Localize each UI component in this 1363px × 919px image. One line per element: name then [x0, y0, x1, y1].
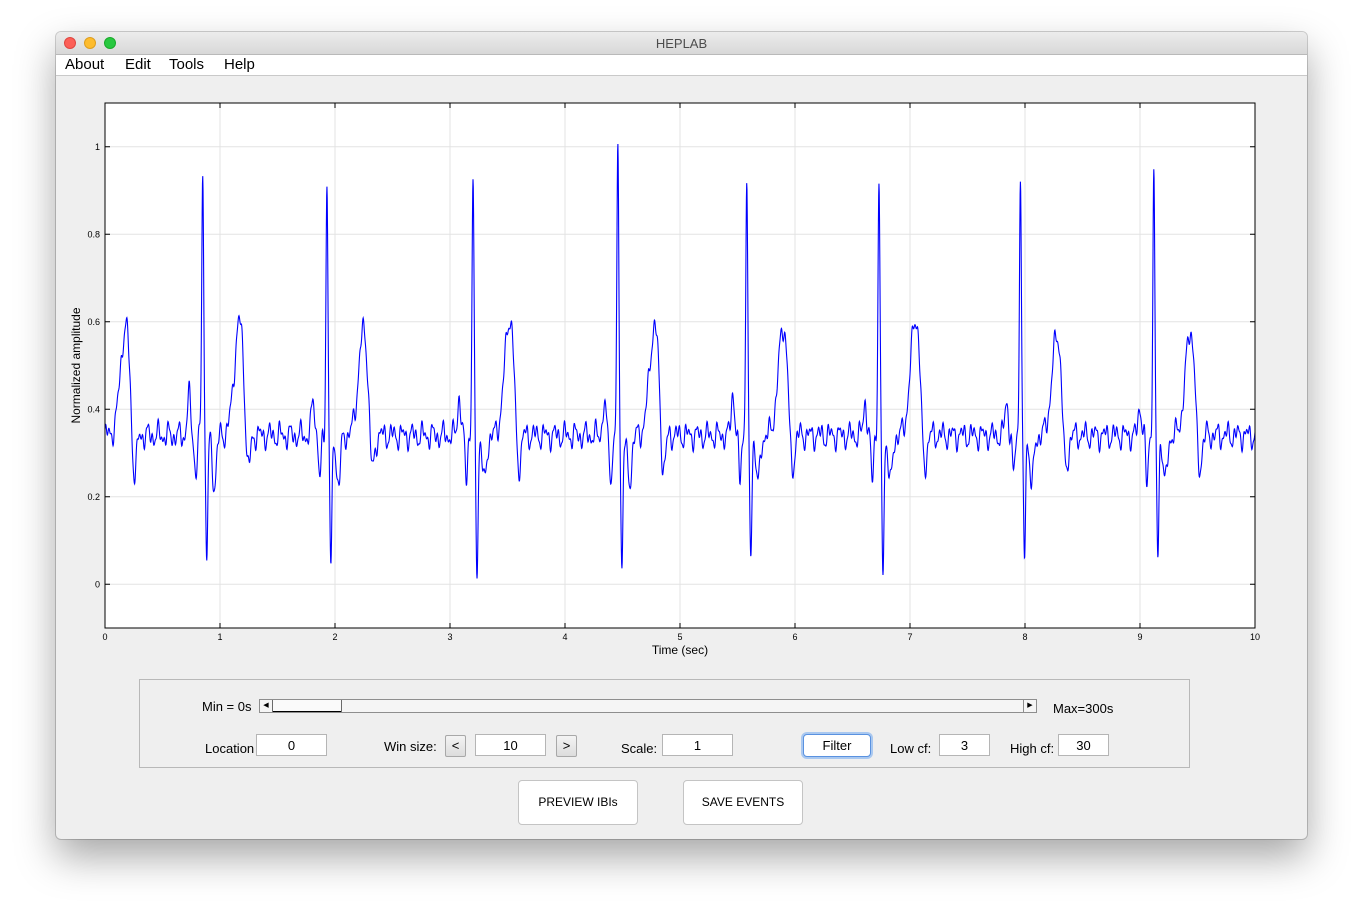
- min-label: Min = 0s: [202, 699, 252, 714]
- winsize-increase-button[interactable]: >: [556, 735, 577, 757]
- x-tick-label: 8: [1022, 632, 1027, 642]
- winsize-label: Win size:: [384, 739, 437, 754]
- y-tick-label: 0.8: [87, 229, 100, 239]
- time-slider[interactable]: ◀ ▶: [259, 699, 1037, 713]
- filter-button[interactable]: Filter: [803, 734, 871, 757]
- y-tick-label: 0.6: [87, 317, 100, 327]
- x-tick-label: 2: [332, 632, 337, 642]
- save-events-button[interactable]: SAVE EVENTS: [683, 780, 803, 825]
- x-tick-label: 1: [217, 632, 222, 642]
- x-axis-label: Time (sec): [652, 643, 708, 657]
- scale-input[interactable]: [662, 734, 733, 756]
- x-tick-label: 10: [1250, 632, 1260, 642]
- ecg-plot[interactable]: 0 1 2 3 4 5 6 7 8 9 10 0 0.2 0.4 0.6 0.8 1 Time (sec) Norm…: [56, 32, 1307, 672]
- max-label: Max=300s: [1053, 701, 1114, 716]
- y-axis-label: Normalized amplitude: [69, 307, 83, 423]
- winsize-decrease-button[interactable]: <: [445, 735, 466, 757]
- y-tick-label: 0.2: [87, 492, 100, 502]
- high-cf-label: High cf:: [1010, 741, 1055, 756]
- y-tick-label: 0.4: [87, 404, 100, 414]
- y-tick-label: 0: [95, 579, 100, 589]
- x-tick-label: 3: [447, 632, 452, 642]
- x-tick-label: 0: [102, 632, 107, 642]
- slider-right-arrow[interactable]: ▶: [1023, 700, 1036, 712]
- x-tick-label: 4: [562, 632, 567, 642]
- heplab-window: HEPLAB About Edit Tools Help 01234567891…: [56, 32, 1307, 839]
- preview-ibis-button[interactable]: PREVIEW IBIs: [518, 780, 638, 825]
- low-cf-label: Low cf:: [890, 741, 932, 756]
- location-label: Location: [205, 741, 255, 756]
- x-tick-label: 5: [677, 632, 682, 642]
- location-input[interactable]: [256, 734, 327, 756]
- scale-label: Scale:: [621, 741, 658, 756]
- x-tick-label: 6: [792, 632, 797, 642]
- slider-thumb[interactable]: [272, 700, 342, 712]
- winsize-input[interactable]: [475, 734, 546, 756]
- low-cf-input[interactable]: [939, 734, 990, 756]
- y-tick-label: 1: [95, 142, 100, 152]
- high-cf-input[interactable]: [1058, 734, 1109, 756]
- x-tick-label: 7: [907, 632, 912, 642]
- x-tick-label: 9: [1137, 632, 1142, 642]
